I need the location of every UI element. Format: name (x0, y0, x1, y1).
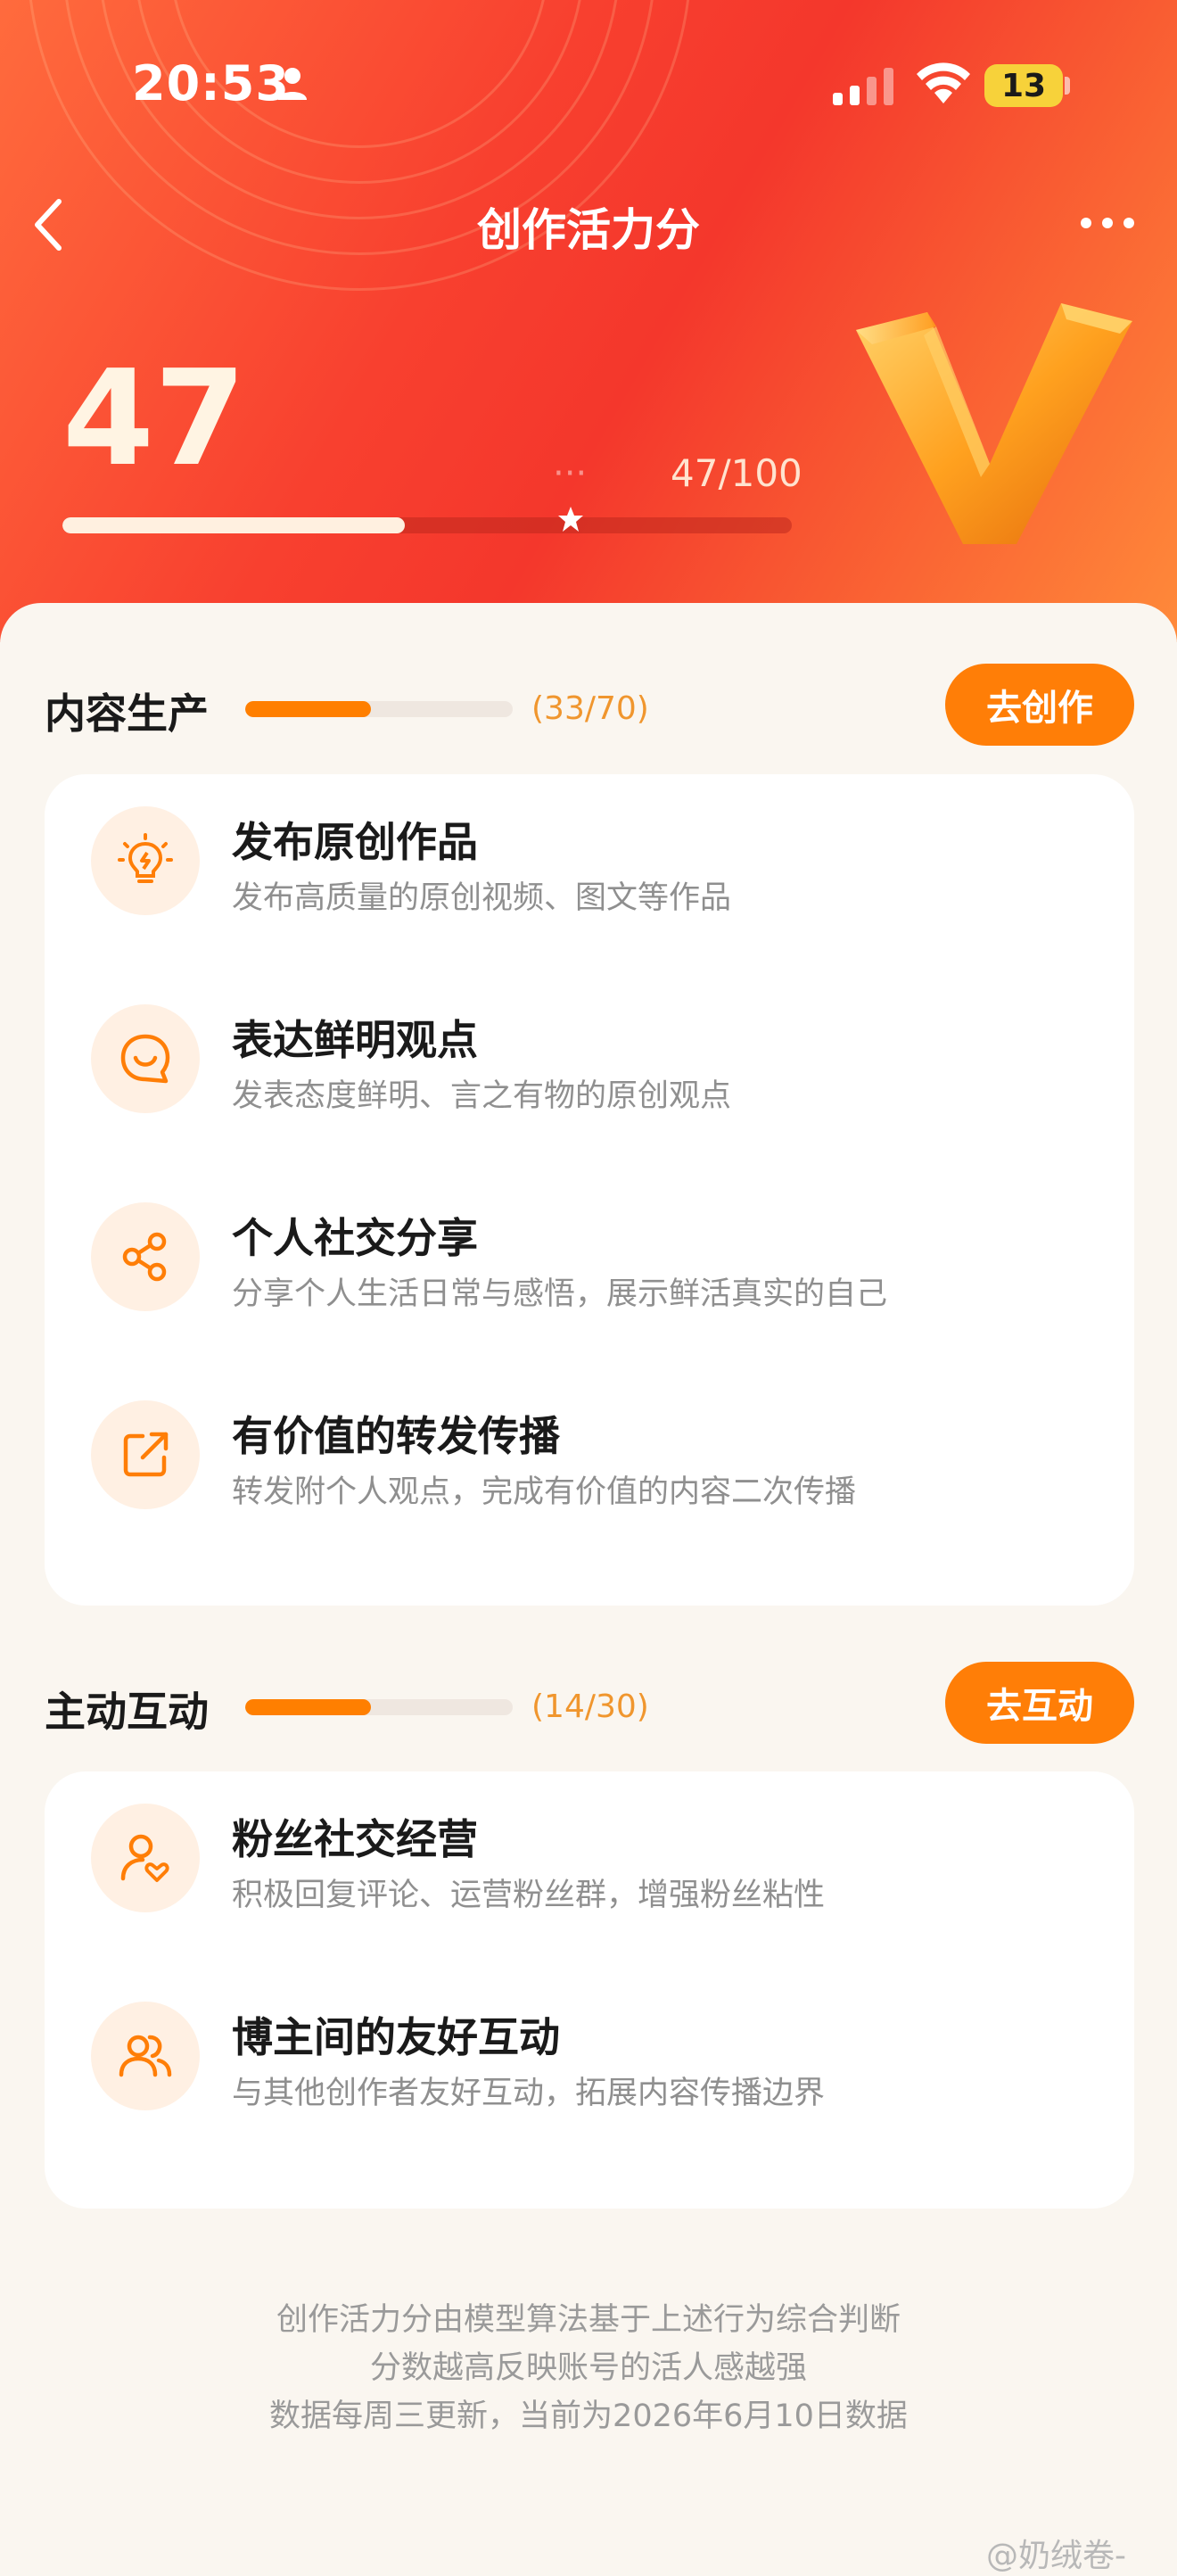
go-interact-button[interactable]: 去互动 (945, 1662, 1134, 1744)
wifi-icon (917, 62, 970, 103)
icon-circle (91, 1202, 200, 1311)
lightbulb-icon (118, 833, 173, 883)
smile-chat-icon (120, 1034, 170, 1084)
level-label: ⋅⋅⋅ (553, 453, 588, 494)
go-create-button[interactable]: 去创作 (945, 664, 1134, 746)
vitality-score: 47 (62, 342, 246, 495)
section-progress-bar (245, 1699, 513, 1715)
section-progress-bar (245, 701, 513, 717)
item-description: 积极回复评论、运营粉丝群，增强粉丝粘性 (232, 1878, 826, 1913)
section-count: (14/30) (531, 1688, 649, 1725)
list-item[interactable]: 粉丝社交经营 积极回复评论、运营粉丝群，增强粉丝粘性 (45, 1771, 1134, 1932)
item-title: 发布原创作品 (232, 818, 478, 866)
list-item[interactable]: 博主间的友好互动 与其他创作者友好互动，拓展内容传播边界 (45, 1969, 1134, 2130)
task-card: 粉丝社交经营 积极回复评论、运营粉丝群，增强粉丝粘性 博主间的友好互动 与其他创… (45, 1771, 1134, 2209)
item-description: 转发附个人观点，完成有价值的内容二次传播 (232, 1474, 857, 1510)
section-content-production: 内容生产 (33/70) 去创作 (45, 662, 1134, 751)
status-time: 20:53 (132, 55, 290, 111)
users-icon (119, 2035, 172, 2077)
person-icon (278, 68, 307, 100)
item-title: 有价值的转发传播 (232, 1412, 560, 1460)
list-item[interactable]: 表达鲜明观点 发表态度鲜明、言之有物的原创观点 (45, 972, 1134, 1133)
user-heart-icon (120, 1834, 169, 1882)
icon-circle (91, 2002, 200, 2110)
share-icon (122, 1232, 167, 1282)
signal-icon (833, 68, 893, 105)
item-title: 博主间的友好互动 (232, 2013, 560, 2061)
section-progress-fill (245, 701, 371, 717)
item-description: 与其他创作者友好互动，拓展内容传播边界 (232, 2076, 826, 2111)
item-title: 粉丝社交经营 (232, 1815, 478, 1863)
icon-circle (91, 1004, 200, 1113)
icon-circle (91, 1804, 200, 1912)
section-active-interaction: 主动互动 (14/30) 去互动 (45, 1660, 1134, 1749)
score-out-of-total: 47/100 (671, 451, 802, 495)
list-item[interactable]: 个人社交分享 分享个人生活日常与感悟，展示鲜活真实的自己 (45, 1170, 1134, 1331)
footer-line: 创作活力分由模型算法基于上述行为综合判断 (276, 2302, 901, 2338)
more-icon[interactable] (1079, 214, 1136, 232)
footer-line: 分数越高反映账号的活人感越强 (369, 2350, 807, 2386)
item-description: 分享个人生活日常与感悟，展示鲜活真实的自己 (232, 1276, 888, 1312)
section-count: (33/70) (531, 690, 649, 727)
section-title: 主动互动 (45, 1688, 209, 1736)
task-card: 发布原创作品 发布高质量的原创视频、图文等作品 表达鲜明观点 发表态度鲜明、言之… (45, 774, 1134, 1606)
item-description: 发表态度鲜明、言之有物的原创观点 (232, 1078, 732, 1114)
item-title: 个人社交分享 (232, 1214, 478, 1262)
footer-line: 数据每周三更新，当前为2026年6月10日数据 (269, 2398, 908, 2434)
item-title: 表达鲜明观点 (232, 1016, 478, 1064)
footer-note: 创作活力分由模型算法基于上述行为综合判断 分数越高反映账号的活人感越强 数据每周… (0, 2296, 1177, 2440)
section-title: 内容生产 (45, 689, 209, 738)
header-banner: 20:53 13 创作活力分 47 ⋅⋅⋅ 47/100 (0, 0, 1177, 642)
section-progress-fill (245, 1699, 371, 1715)
star-icon (558, 507, 583, 532)
watermark: @奶绒卷- (986, 2538, 1126, 2574)
list-item[interactable]: 有价值的转发传播 转发附个人观点，完成有价值的内容二次传播 (45, 1368, 1134, 1529)
list-item[interactable]: 发布原创作品 发布高质量的原创视频、图文等作品 (45, 774, 1134, 935)
battery-tip (1065, 77, 1070, 95)
score-progress-bar (62, 517, 792, 533)
forward-icon (123, 1432, 169, 1477)
icon-circle (91, 806, 200, 915)
icon-circle (91, 1400, 200, 1509)
item-description: 发布高质量的原创视频、图文等作品 (232, 880, 732, 916)
page-title: 创作活力分 (477, 204, 700, 256)
score-progress-fill (62, 517, 406, 533)
battery-indicator: 13 (984, 64, 1063, 107)
v-badge-logo (856, 303, 1132, 544)
